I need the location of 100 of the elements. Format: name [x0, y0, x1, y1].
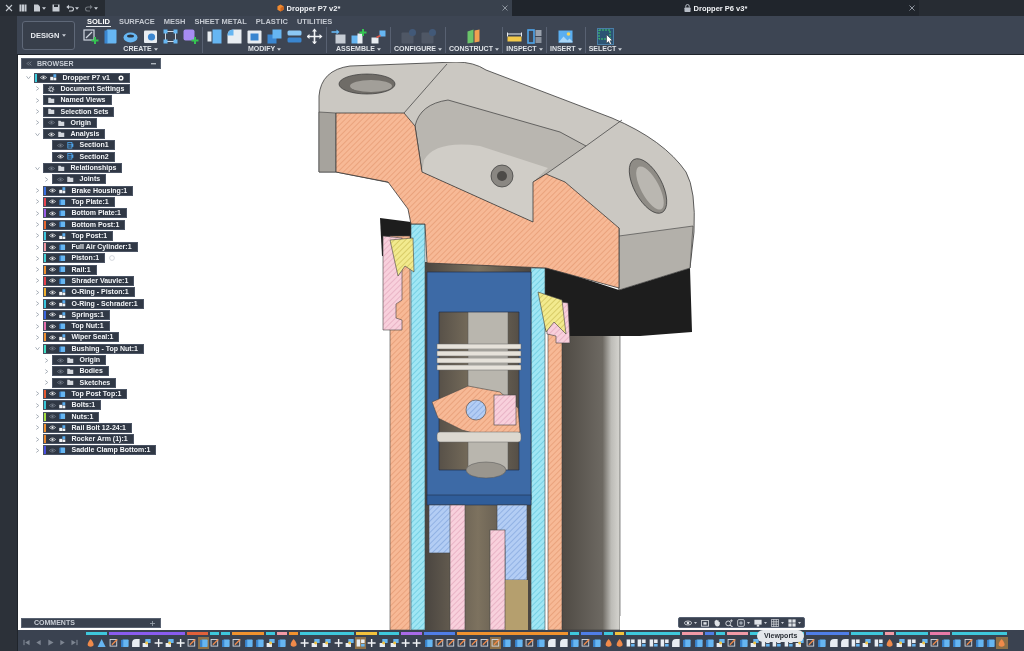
box-icon[interactable]: [985, 637, 997, 649]
pinned-blocks-icon[interactable]: [388, 637, 400, 649]
four-panes-icon[interactable]: [788, 618, 796, 627]
box-icon[interactable]: [737, 637, 749, 649]
box-icon[interactable]: [422, 637, 434, 649]
box-icon[interactable]: [973, 637, 985, 649]
blocks-plus-icon[interactable]: [350, 27, 367, 45]
cross-icon[interactable]: [366, 637, 378, 649]
pencil-square-icon[interactable]: [580, 637, 592, 649]
rounded-block-icon[interactable]: [226, 27, 243, 45]
save-icon[interactable]: [52, 4, 60, 12]
pencil-square-icon[interactable]: [445, 637, 457, 649]
rounded-block-icon[interactable]: [670, 637, 682, 649]
pencil-square-icon[interactable]: [490, 637, 502, 649]
caret-icon[interactable]: [62, 34, 67, 37]
pencil-square-icon[interactable]: [467, 637, 479, 649]
cross-icon[interactable]: [400, 637, 412, 649]
pencil-square-icon[interactable]: [186, 637, 198, 649]
box-icon[interactable]: [703, 637, 715, 649]
box-icon[interactable]: [568, 637, 580, 649]
linked-blocks-icon[interactable]: [658, 637, 670, 649]
cube-plus-icon[interactable]: [182, 27, 199, 45]
linked-blocks-icon[interactable]: [625, 637, 637, 649]
pencil-square-icon[interactable]: [726, 637, 738, 649]
caret-icon[interactable]: [694, 621, 697, 624]
box-icon[interactable]: [681, 637, 693, 649]
fit-frame-icon[interactable]: [737, 618, 745, 627]
radio-icon[interactable]: [109, 255, 116, 262]
caret-icon[interactable]: [277, 47, 282, 51]
four-arrows-icon[interactable]: [306, 27, 323, 45]
caret-icon[interactable]: [376, 47, 381, 51]
pencil-square-icon[interactable]: [231, 637, 243, 649]
linked-blocks-icon[interactable]: [647, 637, 659, 649]
grid-icon[interactable]: [771, 618, 779, 627]
box-icon[interactable]: [118, 637, 130, 649]
nested-squares-icon[interactable]: [701, 618, 709, 627]
two-boxes-icon[interactable]: [266, 27, 283, 45]
planes-icon[interactable]: [465, 27, 483, 45]
caret-icon[interactable]: [538, 47, 543, 51]
pencil-square-icon[interactable]: [82, 27, 99, 45]
pencil-square-icon[interactable]: [433, 637, 445, 649]
pinned-blocks-icon[interactable]: [715, 637, 727, 649]
pencil-square-icon[interactable]: [962, 637, 974, 649]
pinned-blocks-icon[interactable]: [141, 637, 153, 649]
skip-start-icon[interactable]: [23, 639, 30, 646]
close-icon[interactable]: [909, 5, 915, 11]
skip-end-icon[interactable]: [71, 639, 78, 646]
pencil-square-icon[interactable]: [107, 637, 119, 649]
caret-icon[interactable]: [75, 6, 79, 10]
box-arrow-icon[interactable]: [206, 27, 223, 45]
box-icon[interactable]: [276, 637, 288, 649]
plus-icon[interactable]: [150, 620, 155, 626]
caret-icon[interactable]: [438, 47, 442, 51]
box-icon[interactable]: [242, 637, 254, 649]
caret-icon[interactable]: [781, 621, 784, 624]
orbit-icon[interactable]: [684, 618, 692, 627]
file-icon[interactable]: [33, 4, 41, 12]
box-icon[interactable]: [692, 637, 704, 649]
box-icon[interactable]: [951, 637, 963, 649]
box-icon[interactable]: [501, 637, 513, 649]
zoom-icon[interactable]: [725, 618, 733, 627]
step-forward-icon[interactable]: [59, 639, 66, 646]
linked-blocks-icon[interactable]: [872, 637, 884, 649]
caret-icon[interactable]: [494, 47, 499, 51]
pinned-blocks-icon[interactable]: [265, 637, 277, 649]
paint-drop-icon[interactable]: [85, 637, 97, 649]
cross-icon[interactable]: [152, 637, 164, 649]
box-icon[interactable]: [512, 637, 524, 649]
pinned-blocks-icon[interactable]: [377, 637, 389, 649]
minimize-icon[interactable]: [151, 62, 156, 65]
caret-icon[interactable]: [798, 621, 801, 624]
pencil-square-icon[interactable]: [805, 637, 817, 649]
cursor-selection-icon[interactable]: [596, 27, 614, 45]
box-icon[interactable]: [816, 637, 828, 649]
box-icon[interactable]: [940, 637, 952, 649]
undo-icon[interactable]: [66, 4, 74, 12]
pinned-blocks-icon[interactable]: [917, 637, 929, 649]
play-icon[interactable]: [47, 639, 54, 646]
caret-icon[interactable]: [577, 47, 582, 51]
section-frame-icon[interactable]: [525, 27, 543, 45]
linked-blocks-icon[interactable]: [906, 637, 918, 649]
pencil-square-icon[interactable]: [928, 637, 940, 649]
linked-blocks-icon[interactable]: [636, 637, 648, 649]
hand-icon[interactable]: [713, 618, 721, 627]
step-back-icon[interactable]: [35, 639, 42, 646]
caret-icon[interactable]: [764, 621, 767, 624]
columns-icon[interactable]: [19, 4, 27, 12]
caret-icon[interactable]: [618, 47, 623, 51]
pencil-square-icon[interactable]: [456, 637, 468, 649]
box-icon[interactable]: [220, 637, 232, 649]
close-icon[interactable]: [5, 4, 13, 12]
box-icon[interactable]: [591, 637, 603, 649]
monitor-icon[interactable]: [754, 618, 762, 627]
pinned-blocks-icon[interactable]: [310, 637, 322, 649]
caret-icon[interactable]: [42, 6, 46, 10]
linked-blocks-icon[interactable]: [355, 637, 367, 649]
cross-icon[interactable]: [411, 637, 423, 649]
pinned-blocks-icon[interactable]: [861, 637, 873, 649]
corner-squares-icon[interactable]: [162, 27, 179, 45]
caret-icon[interactable]: [747, 621, 750, 624]
